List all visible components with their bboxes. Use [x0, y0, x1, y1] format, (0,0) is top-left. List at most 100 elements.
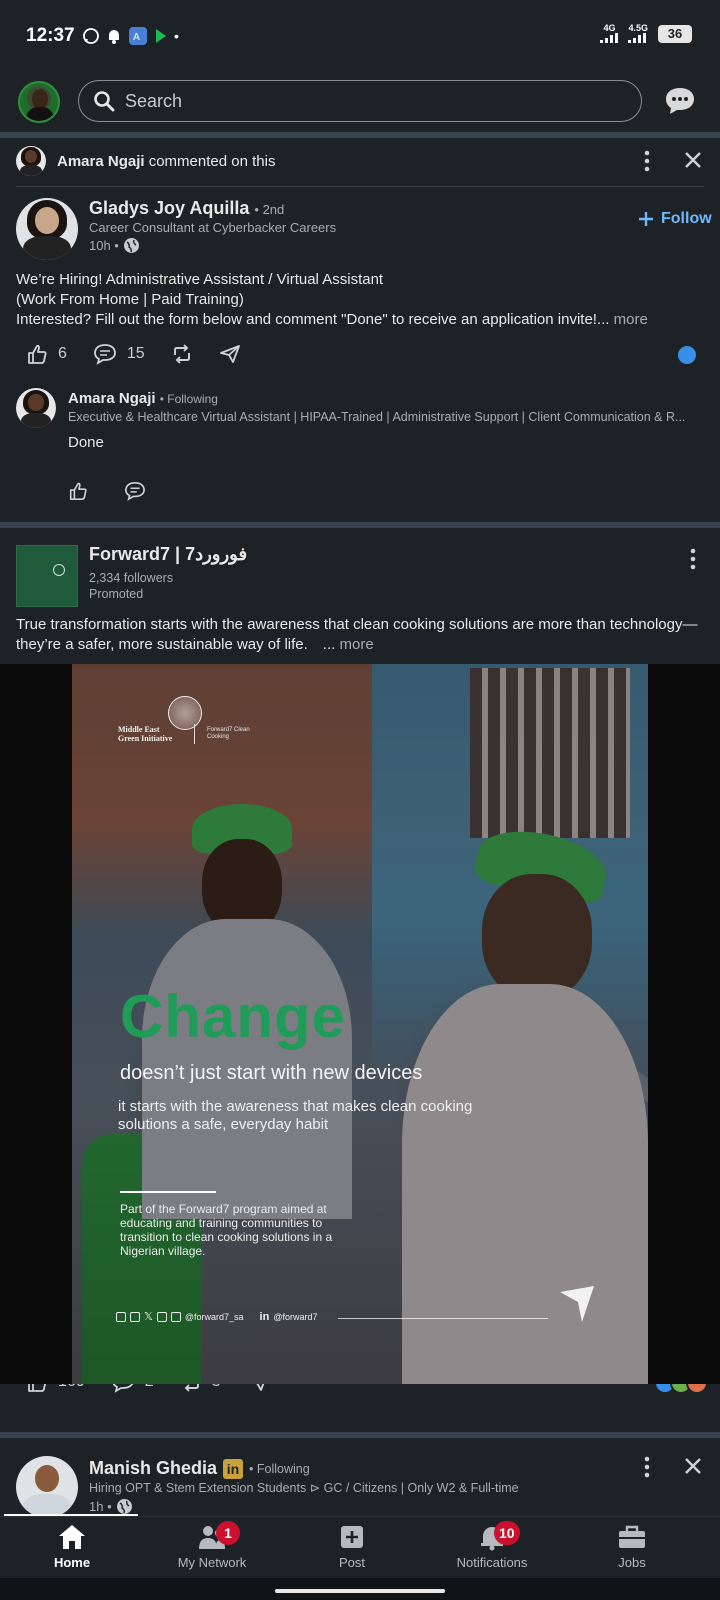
author-line: Gladys Joy Aquilla • 2nd — [89, 198, 284, 219]
thumbs-up-icon — [26, 343, 48, 365]
mgi-logo-text: Middle East Green Initiative — [118, 725, 173, 743]
profile-avatar[interactable] — [18, 81, 60, 123]
gesture-bar — [0, 1578, 720, 1600]
close-icon[interactable] — [684, 1457, 702, 1475]
nav-home[interactable]: Home — [12, 1523, 132, 1570]
like-button[interactable]: 6 — [26, 343, 67, 365]
nav-jobs[interactable]: Jobs — [572, 1523, 692, 1570]
image-headline: Change — [120, 983, 347, 1050]
status-system-icons: 4G 4.5G 36 — [600, 24, 692, 43]
activity-avatar[interactable] — [16, 146, 46, 176]
bell-icon — [432, 1523, 552, 1551]
tiktok-icon — [116, 1311, 126, 1322]
more-options-icon[interactable] — [644, 1456, 650, 1478]
play-icon — [154, 27, 168, 45]
more-options-icon[interactable] — [690, 548, 696, 570]
comment-icon — [93, 343, 117, 365]
instagram-icon — [156, 1311, 167, 1322]
company-logo[interactable] — [16, 545, 78, 607]
comment-text: Done — [68, 434, 104, 451]
notifications-badge: 10 — [494, 1521, 520, 1545]
globe-icon — [116, 1498, 133, 1515]
send-button[interactable] — [219, 344, 241, 364]
comment-like-icon[interactable] — [68, 481, 88, 501]
nav-post[interactable]: Post — [292, 1523, 412, 1570]
close-icon[interactable] — [684, 151, 702, 169]
add-post-icon — [292, 1523, 412, 1551]
x-icon: 𝕏 — [144, 1311, 153, 1323]
bottom-navigation: Home 1 My Network Post 10 Notifications … — [0, 1516, 720, 1578]
post-time: 10h • — [89, 237, 140, 254]
author-avatar[interactable] — [16, 1456, 78, 1518]
post-body-line: they’re a safer, more sustainable way of… — [16, 636, 374, 653]
nav-my-network[interactable]: 1 My Network — [152, 1521, 272, 1570]
post-image-content: Middle East Green Initiative Forward7 Cl… — [72, 664, 648, 1384]
image-social-handles: 𝕏 @forward7_sa in @forward7 — [116, 1310, 317, 1323]
image-subheadline: doesn’t just start with new devices — [120, 1062, 423, 1084]
post-time: 1h • — [89, 1498, 133, 1515]
translate-icon: A — [128, 26, 148, 46]
search-bar[interactable]: Search — [78, 80, 642, 122]
commenter-name[interactable]: Amara Ngaji — [68, 390, 156, 407]
post-body-line: (Work From Home | Paid Training) — [16, 291, 244, 308]
author-headline: Hiring OPT & Stem Extension Students ⊳ G… — [89, 1481, 519, 1495]
home-icon — [12, 1523, 132, 1551]
linkedin-icon: in — [259, 1310, 270, 1323]
activity-line: Amara Ngaji commented on this — [57, 153, 276, 170]
image-caption: Part of the Forward7 program aimed at ed… — [120, 1202, 333, 1258]
search-icon — [93, 90, 115, 112]
commenter-line: Amara Ngaji • Following — [68, 390, 218, 407]
signal-icon-2: 4.5G — [628, 24, 648, 43]
youtube-icon — [170, 1311, 181, 1322]
plus-icon — [638, 211, 654, 227]
status-notification-icons: A • — [82, 26, 179, 46]
like-reaction-icon — [676, 344, 698, 366]
author-degree: • 2nd — [254, 202, 285, 217]
sponsor-logos: Middle East Green Initiative Forward7 Cl… — [118, 724, 267, 744]
battery-icon: 36 — [658, 24, 692, 43]
send-icon — [219, 344, 241, 364]
image-tagline: it starts with the awareness that makes … — [118, 1098, 473, 1133]
repost-button[interactable] — [171, 343, 193, 365]
author-name[interactable]: Manish Ghedia — [89, 1458, 217, 1479]
post-body-line: We’re Hiring! Administrative Assistant /… — [16, 271, 384, 288]
repost-icon — [171, 343, 193, 365]
commenter-avatar[interactable] — [16, 388, 56, 428]
follow-button[interactable]: Follow — [638, 210, 712, 228]
post-body-line: True transformation starts with the awar… — [16, 616, 698, 633]
social-actions: 6 15 — [26, 343, 241, 365]
reaction-icons[interactable] — [676, 344, 698, 366]
whatsapp-icon — [82, 27, 100, 45]
feed-post-card: Manish Ghedia in • Following Hiring OPT … — [0, 1438, 720, 1518]
author-line: Manish Ghedia in • Following — [89, 1458, 310, 1479]
snapchat-icon — [130, 1311, 140, 1322]
more-options-icon[interactable] — [644, 150, 650, 172]
svg-text:A: A — [133, 32, 140, 43]
top-bar: Search — [0, 72, 720, 132]
see-more-link[interactable]: more — [340, 636, 374, 653]
f7-logo-text: Forward7 Clean Cooking — [207, 727, 250, 740]
company-name[interactable]: Forward7 | فورورد7 — [89, 544, 247, 565]
author-name[interactable]: Gladys Joy Aquilla — [89, 198, 249, 218]
briefcase-icon — [572, 1523, 692, 1551]
status-time: 12:37 — [26, 25, 75, 46]
commenter-headline: Executive & Healthcare Virtual Assistant… — [68, 410, 686, 424]
author-avatar[interactable] — [16, 198, 78, 260]
bell-icon — [106, 27, 122, 45]
follower-count: 2,334 followers — [89, 571, 174, 585]
post-image[interactable]: Middle East Green Initiative Forward7 Cl… — [0, 664, 720, 1384]
network-badge: 1 — [216, 1521, 240, 1545]
see-more-link[interactable]: more — [614, 311, 648, 328]
linkedin-premium-icon: in — [223, 1458, 244, 1479]
promoted-label: Promoted — [89, 587, 144, 601]
forward7-mark-logo — [558, 1284, 598, 1324]
activity-name[interactable]: Amara Ngaji — [57, 153, 145, 170]
status-bar: 12:37 A • 4G 4.5G 36 — [0, 0, 720, 72]
nav-notifications[interactable]: 10 Notifications — [432, 1521, 552, 1570]
search-placeholder: Search — [125, 90, 183, 111]
people-icon — [152, 1523, 272, 1551]
feed-post-card: Amara Ngaji commented on this Gladys Joy… — [0, 138, 720, 522]
messaging-icon[interactable] — [664, 86, 696, 116]
comment-reply-icon[interactable] — [124, 481, 146, 501]
comment-button[interactable]: 15 — [93, 343, 145, 365]
